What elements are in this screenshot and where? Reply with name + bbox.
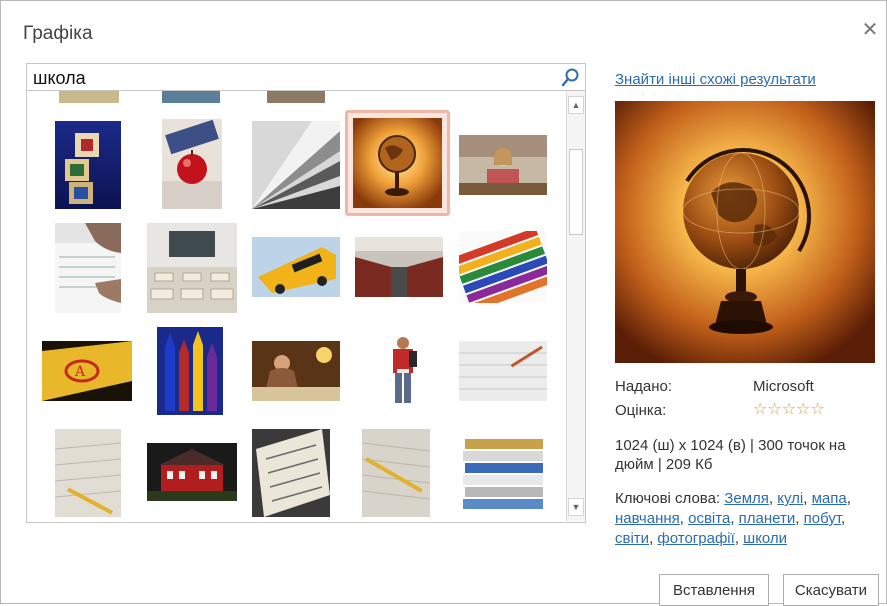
results-scrollbar[interactable]: ▲ ▼ [566,91,585,521]
thumbnail-student-studying[interactable] [252,341,340,401]
thumbnail-test-sheet[interactable] [252,429,330,517]
keywords: Ключові слова: Земля, кулі, мапа, навчан… [615,490,851,547]
preview-image [615,101,875,363]
dialog-title: Графіка [23,23,93,44]
keyword-link[interactable]: кулі [777,490,803,507]
close-icon[interactable]: ✕ [859,19,881,41]
thumbnail-partial[interactable] [162,91,220,103]
image-details: 1024 (ш) x 1024 (в) | 300 точок на дюйм … [615,437,846,473]
thumbnail-partial[interactable] [267,91,325,103]
keyword-link[interactable]: фотографії [657,530,734,547]
thumbnail-graded-test[interactable]: A [42,341,132,401]
keyword-link[interactable]: мапа [812,490,847,507]
thumbnail-notebook-pencil[interactable] [362,429,430,517]
thumbnail-school-bus[interactable] [252,237,340,297]
keyword-link[interactable]: Земля [724,490,769,507]
find-more-link[interactable]: Знайти інші схожі результати [615,71,816,88]
thumbnail-student-backpack[interactable] [385,335,421,411]
thumbnail-globe[interactable] [345,110,450,216]
thumbnail-binders-stack[interactable] [459,431,547,515]
scrollbar-thumb[interactable] [569,149,583,235]
rating-stars[interactable]: ☆☆☆☆☆ [753,399,825,419]
thumbnail-partial[interactable] [59,91,119,103]
provided-label: Надано: [615,378,673,395]
thumbnail-apple-on-books[interactable] [162,119,222,209]
keyword-link[interactable]: освіта [688,510,730,527]
keyword-link[interactable]: школи [743,530,787,547]
search-box [26,63,586,91]
clip-art-dialog: Графіка ✕ школа A ▲ ▼ Знайти інші схожі … [0,0,887,606]
search-icon[interactable] [561,67,581,87]
thumbnail-girl-at-desk[interactable] [459,135,547,195]
cancel-button[interactable]: Скасувати [783,574,879,606]
thumbnail-schoolhouse[interactable] [147,443,237,501]
keyword-link[interactable]: планети [739,510,796,527]
results-panel: A ▲ ▼ [26,91,586,523]
keywords-label: Ключові слова: [615,490,721,507]
rating-label: Оцінка: [615,402,667,419]
thumbnail-bus-interior[interactable] [355,237,443,297]
thumbnail-hands-writing[interactable] [55,223,121,313]
scroll-down-arrow-icon[interactable]: ▼ [568,498,584,516]
thumbnail-letter-blocks[interactable] [55,121,121,209]
thumbnail-crayons[interactable] [459,231,547,303]
thumbnail-pencil-paper[interactable] [55,429,121,517]
thumbnail-book-pages[interactable] [252,121,340,209]
thumbnail-grid: A [27,91,567,521]
keyword-link[interactable]: побут [804,510,841,527]
insert-button[interactable]: Вставлення [659,574,769,606]
search-input[interactable] [31,66,555,90]
svg-text:A: A [74,364,86,380]
thumbnail-empty-classroom[interactable] [147,223,237,313]
keyword-link[interactable]: світи [615,530,649,547]
scroll-up-arrow-icon[interactable]: ▲ [568,96,584,114]
thumbnail-pencil-notebook[interactable] [459,341,547,401]
keyword-link[interactable]: навчання [615,510,680,527]
thumbnail-crayons-closeup[interactable] [157,327,223,415]
provided-value: Microsoft [753,378,814,395]
